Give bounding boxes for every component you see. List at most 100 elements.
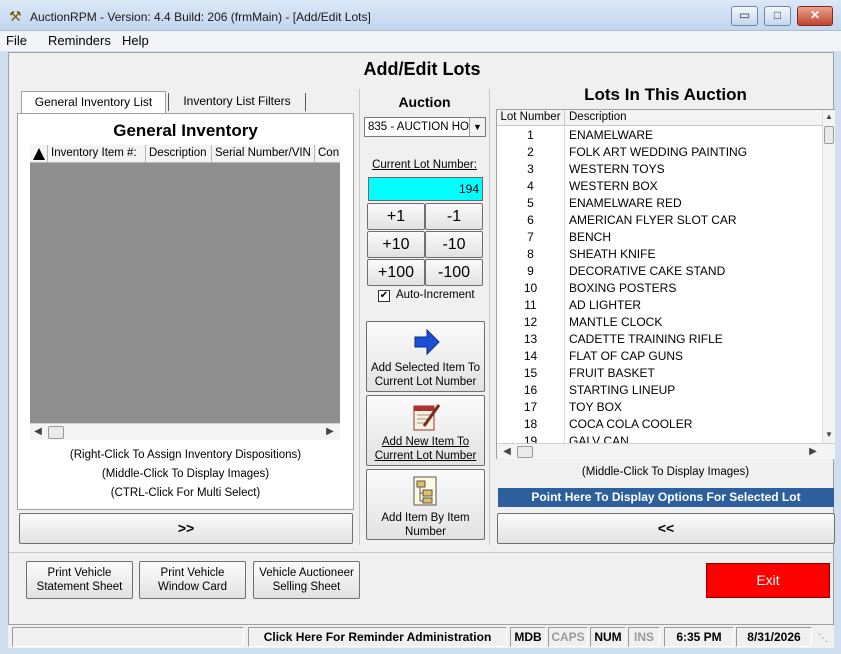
notepad-pencil-icon [410, 400, 442, 435]
close-button[interactable]: ✕ [797, 6, 833, 26]
status-bar: Click Here For Reminder Administration M… [8, 624, 834, 648]
reminder-admin-link[interactable]: Click Here For Reminder Administration [248, 627, 507, 647]
auction-label: Auction [398, 94, 451, 110]
hint-right-click: (Right-Click To Assign Inventory Disposi… [69, 449, 302, 461]
increment-plus-100-button[interactable]: +100 [367, 259, 425, 286]
gavel-icon: ⚒ [9, 8, 22, 24]
current-lot-input[interactable]: 194 [368, 177, 483, 201]
lot-number: 3 [497, 161, 565, 178]
increment-plus-10-button[interactable]: +10 [367, 231, 425, 258]
sort-indicator-icon[interactable] [30, 145, 48, 163]
divider [9, 552, 835, 553]
col-inventory-item[interactable]: Inventory Item #: [48, 145, 146, 163]
increment-minus-100-button[interactable]: -100 [425, 259, 483, 286]
tab-inventory-list-filters[interactable]: Inventory List Filters [168, 93, 306, 111]
resize-grip-icon[interactable]: ⋱ [818, 633, 828, 644]
col-lot-number[interactable]: Lot Number [497, 110, 565, 126]
scroll-thumb[interactable] [48, 426, 64, 439]
lots-grid-header: Lot Number Description [497, 110, 822, 126]
auto-increment-checkbox[interactable]: ✔ [378, 290, 390, 302]
add-new-item-button[interactable]: Add New Item To Current Lot Number [366, 395, 485, 466]
menu-reminders[interactable]: Reminders [48, 33, 111, 48]
scroll-right-icon[interactable]: ▶ [805, 444, 821, 460]
scroll-thumb[interactable] [824, 126, 834, 144]
list-item[interactable]: 15 FRUIT BASKET [497, 365, 822, 382]
scroll-up-icon[interactable]: ▲ [823, 110, 835, 124]
lot-description: AD LIGHTER [569, 298, 642, 312]
list-item[interactable]: 16 STARTING LINEUP [497, 382, 822, 399]
list-item[interactable]: 5 ENAMELWARE RED [497, 195, 822, 212]
print-vehicle-window-card-button[interactable]: Print Vehicle Window Card [139, 561, 246, 599]
lot-description: DECORATIVE CAKE STAND [569, 264, 726, 278]
inventory-hscrollbar[interactable]: ◀ ▶ [30, 423, 340, 440]
vehicle-auctioneer-selling-sheet-button[interactable]: Vehicle Auctioneer Selling Sheet [253, 561, 360, 599]
maximize-button[interactable]: □ [764, 6, 791, 26]
auction-select[interactable]: 835 - AUCTION HO ▼ [364, 117, 486, 137]
list-item[interactable]: 6 AMERICAN FLYER SLOT CAR [497, 212, 822, 229]
list-item[interactable]: 18 COCA COLA COOLER [497, 416, 822, 433]
list-item[interactable]: 11 AD LIGHTER [497, 297, 822, 314]
col-description[interactable]: Description [146, 145, 212, 163]
col-lot-description[interactable]: Description [569, 110, 627, 126]
lot-description: AMERICAN FLYER SLOT CAR [569, 213, 737, 227]
list-item[interactable]: 2 FOLK ART WEDDING PAINTING [497, 144, 822, 161]
lot-description: SHEATH KNIFE [569, 247, 656, 261]
list-item[interactable]: 4 WESTERN BOX [497, 178, 822, 195]
increment-minus-1-button[interactable]: -1 [425, 203, 483, 230]
add-selected-item-button[interactable]: Add Selected Item To Current Lot Number [366, 321, 485, 392]
lot-description: BENCH [569, 230, 612, 244]
lot-description: CADETTE TRAINING RIFLE [569, 332, 723, 346]
col-serial-vin[interactable]: Serial Number/VIN [212, 145, 315, 163]
list-item[interactable]: 17 TOY BOX [497, 399, 822, 416]
arrow-right-icon [413, 328, 441, 359]
lot-description: GALV CAN [569, 434, 629, 443]
list-item[interactable]: 13 CADETTE TRAINING RIFLE [497, 331, 822, 348]
lot-options-bar[interactable]: Point Here To Display Options For Select… [498, 488, 834, 507]
lot-description: STARTING LINEUP [569, 383, 676, 397]
scroll-thumb[interactable] [517, 446, 533, 458]
list-item[interactable]: 7 BENCH [497, 229, 822, 246]
list-item[interactable]: 3 WESTERN TOYS [497, 161, 822, 178]
list-item[interactable]: 8 SHEATH KNIFE [497, 246, 822, 263]
page-title: Add/Edit Lots [363, 59, 481, 79]
col-condition[interactable]: Con [315, 145, 340, 163]
minimize-button[interactable]: ▭ [731, 6, 758, 26]
move-left-button[interactable]: << [497, 513, 835, 544]
list-item[interactable]: 12 MANTLE CLOCK [497, 314, 822, 331]
list-item[interactable]: 19 GALV CAN [497, 433, 822, 443]
add-new-item-label: Add New Item To Current Lot Number [374, 436, 477, 462]
add-item-by-number-label: Add Item By Item Number [381, 512, 470, 538]
move-right-button[interactable]: >> [19, 513, 353, 544]
lot-description: FOLK ART WEDDING PAINTING [569, 145, 748, 159]
exit-button[interactable]: Exit [706, 563, 830, 598]
current-lot-label: Current Lot Number: [372, 159, 477, 171]
print-vehicle-statement-button[interactable]: Print Vehicle Statement Sheet [26, 561, 133, 599]
menu-bar: File Reminders Help [0, 31, 841, 51]
list-item[interactable]: 1 ENAMELWARE [497, 127, 822, 144]
chevron-down-icon[interactable]: ▼ [469, 118, 485, 136]
auction-select-value: 835 - AUCTION HO [368, 121, 469, 133]
increment-minus-10-button[interactable]: -10 [425, 231, 483, 258]
list-item[interactable]: 9 DECORATIVE CAKE STAND [497, 263, 822, 280]
add-item-by-number-button[interactable]: Add Item By Item Number [366, 469, 485, 540]
list-item[interactable]: 10 BOXING POSTERS [497, 280, 822, 297]
lot-number: 14 [497, 348, 565, 365]
lot-description: FLAT OF CAP GUNS [569, 349, 684, 363]
hint-middle-click: (Middle-Click To Display Images) [101, 468, 270, 480]
menu-help[interactable]: Help [122, 33, 149, 48]
lots-vscrollbar[interactable]: ▲ ▼ [822, 110, 835, 443]
tab-general-inventory-list[interactable]: General Inventory List [21, 91, 166, 113]
lots-hscrollbar[interactable]: ◀ ▶ [497, 443, 835, 459]
increment-plus-1-button[interactable]: +1 [367, 203, 425, 230]
lot-number: 15 [497, 365, 565, 382]
scroll-right-icon[interactable]: ▶ [322, 424, 338, 440]
menu-file[interactable]: File [6, 33, 27, 48]
list-item[interactable]: 14 FLAT OF CAP GUNS [497, 348, 822, 365]
lot-number: 7 [497, 229, 565, 246]
scroll-down-icon[interactable]: ▼ [823, 428, 835, 442]
document-tree-icon [411, 474, 441, 511]
scroll-left-icon[interactable]: ◀ [30, 424, 46, 440]
inventory-grid-body[interactable] [30, 163, 340, 423]
scroll-left-icon[interactable]: ◀ [499, 444, 515, 460]
lots-hint-middle-click: (Middle-Click To Display Images) [581, 466, 750, 478]
